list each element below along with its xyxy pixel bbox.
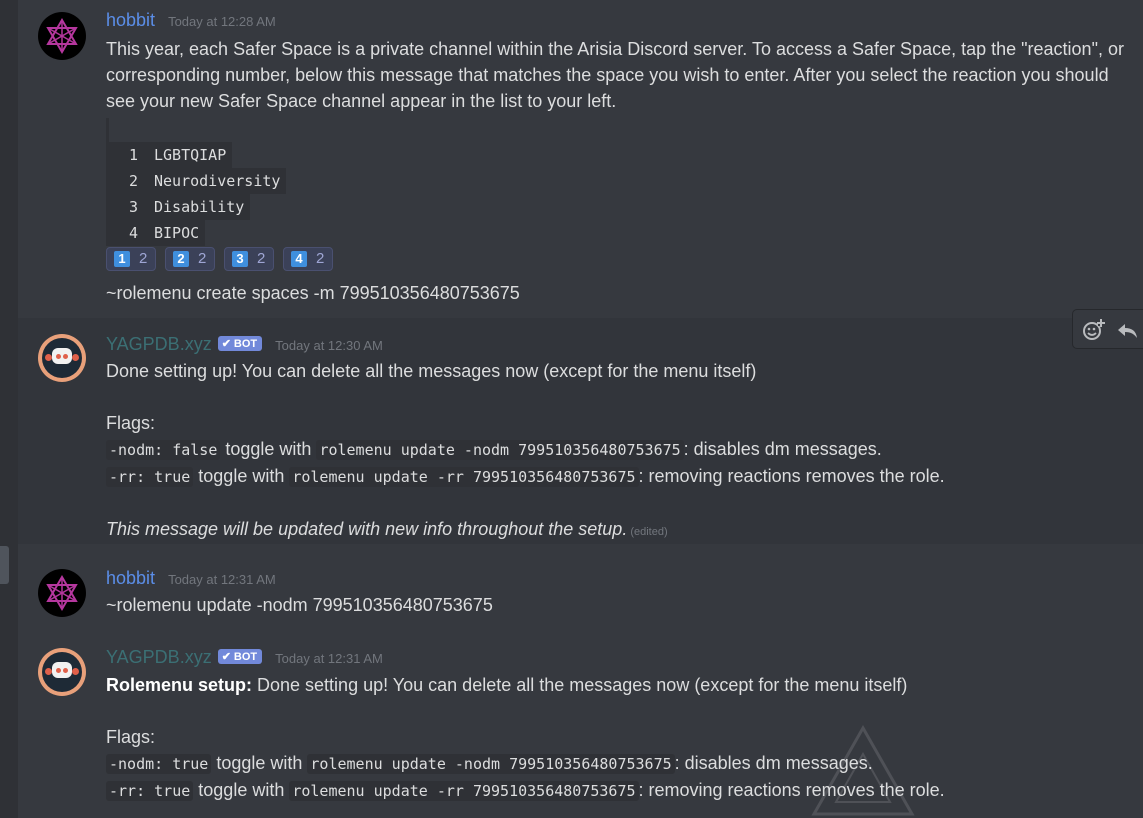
- footer-note: This message will be updated with new in…: [106, 519, 668, 539]
- inline-code: rolemenu update -rr 799510356480753675: [289, 467, 639, 487]
- message-content: ~rolemenu update -nodm 79951035648075367…: [106, 592, 1129, 618]
- reaction-count: 2: [139, 250, 148, 267]
- avatar[interactable]: [38, 12, 86, 60]
- robot-icon: [42, 652, 82, 692]
- reaction-keycap-2[interactable]: 22: [165, 247, 216, 271]
- verified-check-icon: ✔: [221, 651, 231, 663]
- message-header: YAGPDB.xyz ✔ BOT Today at 12:31 AM: [106, 647, 383, 668]
- code-block: 1 LGBTQIAP 2 Neurodiversity 3 Disability 4B…: [106, 118, 296, 246]
- message-text-line: corresponding number, below this message…: [106, 65, 1109, 85]
- message-content: Done setting up! You can delete all the …: [106, 358, 1129, 545]
- robot-eye: [63, 668, 68, 673]
- sidebar-scroll-indicator[interactable]: [0, 546, 9, 584]
- author-name[interactable]: YAGPDB.xyz: [106, 334, 212, 354]
- message-text-line: Done setting up! You can delete all the …: [106, 361, 757, 381]
- avatar[interactable]: [38, 569, 86, 617]
- avatar[interactable]: [38, 648, 86, 696]
- command-text: ~rolemenu create spaces -m 7995103564807…: [106, 283, 520, 303]
- flag-line: -nodm: true toggle with rolemenu update …: [106, 750, 1129, 777]
- inline-code: -rr: true: [106, 781, 194, 801]
- message-header: YAGPDB.xyz ✔ BOT Today at 12:30 AM: [106, 334, 383, 355]
- channel-sidebar-edge: [0, 0, 18, 818]
- avatar[interactable]: [38, 334, 86, 382]
- reply-icon[interactable]: [1115, 318, 1139, 342]
- bold-prefix: Rolemenu setup:: [106, 675, 253, 695]
- message-text-line: see your new Safer Space channel appear …: [106, 91, 617, 111]
- message-header: hobbit Today at 12:31 AM: [106, 568, 276, 589]
- reaction-count: 2: [198, 250, 207, 267]
- message-header: hobbit Today at 12:28 AM: [106, 10, 276, 31]
- hexagram-icon: [46, 575, 78, 611]
- inline-code: -nodm: true: [106, 754, 212, 774]
- timestamp: Today at 12:30 AM: [275, 338, 383, 353]
- reaction-keycap-1[interactable]: 12: [106, 247, 156, 271]
- add-reaction-icon[interactable]: [1081, 318, 1105, 342]
- code-row: 4 BIPOC: [106, 220, 206, 246]
- keycap-three-icon: 3: [232, 251, 249, 267]
- edited-label: (edited): [630, 526, 668, 538]
- message-text-line: Rolemenu setup: Done setting up! You can…: [106, 675, 908, 695]
- author-name[interactable]: YAGPDB.xyz: [106, 647, 212, 667]
- message-action-bar: [1072, 309, 1143, 349]
- message-content: Rolemenu setup: Done setting up! You can…: [106, 672, 1129, 804]
- timestamp: Today at 12:31 AM: [275, 651, 383, 666]
- robot-eye: [63, 354, 68, 359]
- robot-ear: [72, 668, 79, 675]
- flags-label: Flags:: [106, 413, 156, 433]
- inline-code: -rr: true: [106, 467, 194, 487]
- verified-check-icon: ✔: [221, 338, 231, 350]
- flags-label: Flags:: [106, 727, 156, 747]
- robot-face: [52, 662, 72, 678]
- message-content: This year, each Safer Space is a private…: [106, 36, 1129, 114]
- author-name[interactable]: hobbit: [106, 10, 155, 30]
- inline-code: rolemenu update -nodm 799510356480753675: [307, 754, 675, 774]
- message-text-line: This year, each Safer Space is a private…: [106, 39, 1124, 59]
- message-content: ~rolemenu create spaces -m 7995103564807…: [106, 280, 1129, 306]
- keycap-two-icon: 2: [173, 251, 190, 267]
- reaction-count: 2: [316, 250, 325, 267]
- code-block-top: [106, 118, 109, 142]
- robot-face: [52, 348, 72, 364]
- robot-eye: [56, 668, 61, 673]
- watermark-logo-icon: [811, 724, 915, 816]
- keycap-one-icon: 1: [114, 251, 130, 267]
- reaction-keycap-3[interactable]: 32: [224, 247, 275, 271]
- keycap-four-icon: 4: [291, 251, 308, 267]
- author-name[interactable]: hobbit: [106, 568, 155, 588]
- command-text: ~rolemenu update -nodm 79951035648075367…: [106, 595, 493, 615]
- hexagram-icon: [46, 18, 78, 54]
- flag-line: -rr: true toggle with rolemenu update -r…: [106, 463, 1129, 490]
- inline-code: rolemenu update -rr 799510356480753675: [289, 781, 639, 801]
- robot-eye: [56, 354, 61, 359]
- robot-ear: [72, 354, 79, 361]
- inline-code: -nodm: false: [106, 440, 221, 460]
- reaction-keycap-4[interactable]: 42: [283, 247, 334, 271]
- bot-badge: ✔ BOT: [217, 336, 263, 351]
- timestamp: Today at 12:28 AM: [168, 14, 276, 29]
- code-row: 1 LGBTQIAP: [106, 142, 233, 168]
- robot-icon: [42, 338, 82, 378]
- robot-ear: [45, 354, 52, 361]
- timestamp: Today at 12:31 AM: [168, 572, 276, 587]
- code-row: 2 Neurodiversity: [106, 168, 287, 194]
- flag-line: -rr: true toggle with rolemenu update -r…: [106, 777, 1129, 804]
- reactions-bar: 12 22 32 42: [106, 247, 337, 271]
- flag-line: -nodm: false toggle with rolemenu update…: [106, 436, 1129, 463]
- code-row: 3 Disability: [106, 194, 251, 220]
- inline-code: rolemenu update -nodm 799510356480753675: [316, 440, 684, 460]
- reaction-count: 2: [257, 250, 266, 267]
- bot-badge: ✔ BOT: [217, 649, 263, 664]
- robot-ear: [45, 668, 52, 675]
